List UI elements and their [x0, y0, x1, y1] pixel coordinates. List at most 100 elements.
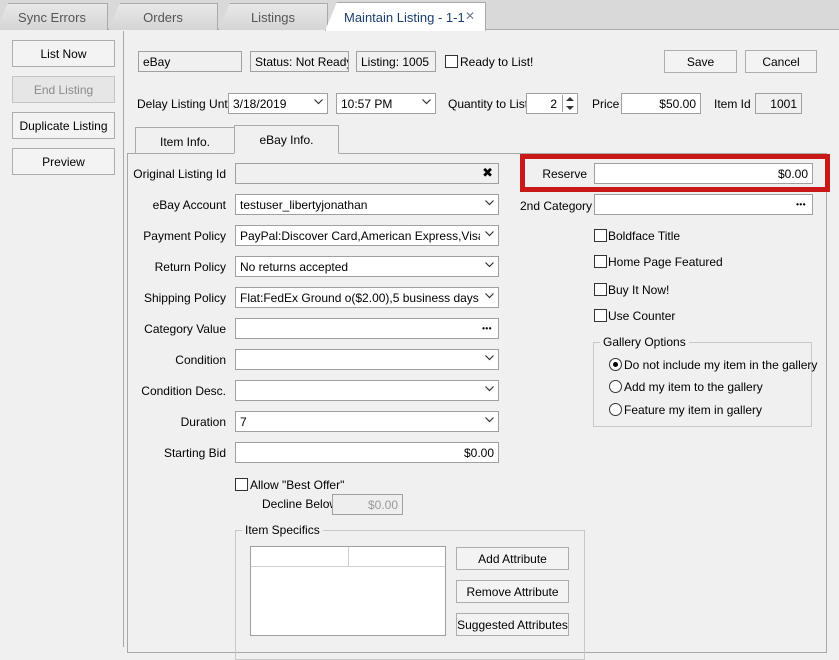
chevron-down-icon — [485, 200, 494, 208]
price-field[interactable]: $50.00 — [621, 93, 701, 114]
column-divider — [348, 547, 349, 567]
delay-time-select[interactable]: 10:57 PM — [336, 93, 436, 114]
end-listing-button[interactable]: End Listing — [12, 76, 115, 103]
maintain-listing-panel: eBay Status: Not Ready Listing: 1005 Rea… — [125, 31, 839, 660]
quantity-stepper[interactable]: 2 — [526, 93, 578, 114]
allow-best-offer-checkbox[interactable] — [235, 478, 248, 491]
decline-below-label: Decline Below — [262, 497, 339, 511]
preview-button[interactable]: Preview — [12, 148, 115, 175]
gallery-options-title: Gallery Options — [600, 335, 689, 349]
more-options-icon[interactable]: ••• — [482, 324, 492, 333]
ebay-account-select[interactable]: testuser_libertyjonathan — [235, 194, 499, 215]
decline-below-field[interactable]: $0.00 — [332, 494, 403, 515]
return-policy-select[interactable]: No returns accepted — [235, 256, 499, 277]
tab-label: Maintain Listing - 1-1 — [344, 9, 465, 25]
duplicate-listing-button[interactable]: Duplicate Listing — [12, 112, 115, 139]
starting-bid-field[interactable]: $0.00 — [235, 442, 499, 463]
shipping-policy-label: Shipping Policy — [143, 291, 226, 305]
spinner-icon[interactable] — [562, 95, 576, 112]
original-listing-id-field[interactable]: ✖ — [235, 163, 499, 184]
shipping-policy-value: Flat:FedEx Ground o($2.00),5 business da… — [240, 290, 479, 305]
ready-to-list-checkbox[interactable] — [445, 55, 458, 68]
list-now-button[interactable]: List Now — [12, 40, 115, 67]
tab-item-info[interactable]: Item Info. — [135, 127, 235, 155]
gallery-option-label: Add my item to the gallery — [624, 380, 763, 394]
cancel-button[interactable]: Cancel — [745, 50, 817, 73]
gallery-option-label: Do not include my item in the gallery — [624, 358, 818, 372]
action-sidebar: List Now End Listing Duplicate Listing P… — [0, 31, 124, 647]
condition-desc-select[interactable] — [235, 380, 499, 401]
tab-label: Listings — [250, 9, 296, 25]
tab-orders[interactable]: Orders — [108, 3, 218, 30]
chevron-down-icon — [314, 99, 323, 107]
status-field: Status: Not Ready — [250, 51, 349, 72]
item-specifics-table[interactable] — [250, 546, 446, 636]
use-counter-label: Use Counter — [608, 309, 676, 323]
chevron-down-icon — [485, 386, 494, 394]
table-header — [251, 547, 445, 567]
duration-label: Duration — [180, 415, 226, 429]
original-listing-id-label: Original Listing Id — [133, 167, 226, 181]
chevron-down-icon — [485, 355, 494, 363]
allow-best-offer-label: Allow "Best Offer" — [250, 478, 345, 492]
price-label: Price — [592, 97, 620, 111]
payment-policy-value: PayPal:Discover Card,American Express,Vi… — [240, 228, 480, 243]
item-specifics-title: Item Specifics — [242, 523, 323, 537]
second-category-label: 2nd Category — [520, 199, 593, 213]
buy-it-now-label: Buy It Now! — [608, 283, 670, 297]
add-attribute-button[interactable]: Add Attribute — [456, 547, 569, 570]
channel-field: eBay — [138, 51, 242, 72]
listing-number-field: Listing: 1005 — [356, 51, 436, 72]
quantity-label: Quantity to List — [448, 97, 529, 111]
condition-label: Condition — [175, 353, 226, 367]
reserve-label: Reserve — [542, 167, 587, 181]
quantity-value: 2 — [550, 96, 557, 111]
duration-select[interactable]: 7 — [235, 411, 499, 432]
ebay-account-label: eBay Account — [152, 198, 226, 212]
delay-date-value: 3/18/2019 — [233, 96, 287, 111]
home-page-featured-label: Home Page Featured — [608, 255, 723, 269]
tab-maintain-listing[interactable]: Maintain Listing - 1-1 ✕ — [325, 2, 486, 31]
ebay-account-value: testuser_libertyjonathan — [240, 197, 368, 212]
save-button[interactable]: Save — [664, 50, 737, 73]
category-value-field[interactable]: ••• — [235, 318, 499, 339]
delay-date-select[interactable]: 3/18/2019 — [228, 93, 328, 114]
gallery-option-label: Feature my item in gallery — [624, 403, 763, 417]
starting-bid-label: Starting Bid — [163, 446, 226, 460]
tab-sync-errors[interactable]: Sync Errors — [0, 3, 108, 30]
item-id-label: Item Id — [714, 97, 751, 111]
tab-label: Sync Errors — [18, 9, 86, 25]
ready-to-list-label: Ready to List! — [460, 55, 534, 69]
condition-select[interactable] — [235, 349, 499, 370]
use-counter-checkbox[interactable] — [594, 309, 607, 322]
tab-ebay-info[interactable]: eBay Info. — [234, 125, 339, 154]
suggested-attributes-button[interactable]: Suggested Attributes — [456, 613, 569, 636]
second-category-field[interactable]: ••• — [594, 194, 813, 215]
boldface-title-checkbox[interactable] — [594, 229, 607, 242]
gallery-radio-none[interactable] — [609, 358, 622, 371]
condition-desc-label: Condition Desc. — [141, 384, 226, 398]
item-id-field: 1001 — [755, 93, 802, 114]
shipping-policy-select[interactable]: Flat:FedEx Ground o($2.00),5 business da… — [235, 287, 499, 308]
remove-attribute-button[interactable]: Remove Attribute — [456, 580, 569, 603]
chevron-down-icon — [485, 262, 494, 270]
more-options-icon[interactable]: ••• — [796, 200, 806, 209]
boldface-title-label: Boldface Title — [608, 229, 681, 243]
payment-policy-label: Payment Policy — [143, 229, 226, 243]
reserve-field[interactable]: $0.00 — [594, 163, 813, 184]
return-policy-label: Return Policy — [154, 260, 226, 274]
delay-time-value: 10:57 PM — [341, 96, 393, 111]
chevron-down-icon — [485, 417, 494, 425]
payment-policy-select[interactable]: PayPal:Discover Card,American Express,Vi… — [235, 225, 499, 246]
clear-icon[interactable]: ✖ — [482, 165, 493, 181]
tab-listings[interactable]: Listings — [218, 3, 328, 30]
home-page-featured-checkbox[interactable] — [594, 255, 607, 268]
chevron-down-icon — [485, 231, 494, 239]
buy-it-now-checkbox[interactable] — [594, 283, 607, 296]
chevron-down-icon — [485, 293, 494, 301]
close-icon[interactable]: ✕ — [465, 9, 475, 23]
gallery-radio-add[interactable] — [609, 380, 622, 393]
category-value-label: Category Value — [144, 322, 226, 336]
duration-value: 7 — [240, 414, 247, 429]
gallery-radio-feature[interactable] — [609, 403, 622, 416]
